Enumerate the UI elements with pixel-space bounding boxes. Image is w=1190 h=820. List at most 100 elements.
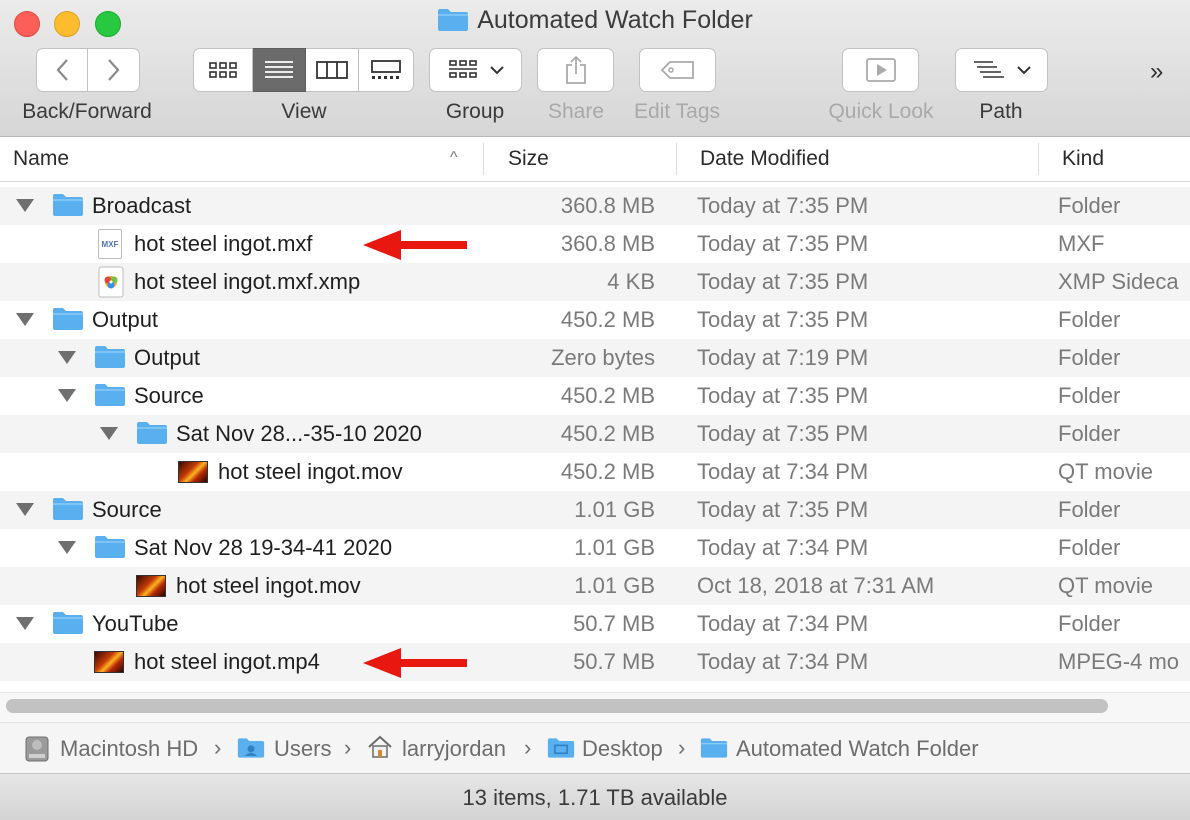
file-date: Today at 7:35 PM — [697, 269, 869, 294]
table-row[interactable]: hot steel ingot.mov 450.2 MB Today at 7:… — [0, 453, 1190, 491]
edit-tags-label: Edit Tags — [634, 100, 720, 123]
disclosure-triangle-icon[interactable] — [100, 427, 118, 440]
file-kind: Folder — [1058, 383, 1121, 408]
file-size: 450.2 MB — [560, 459, 655, 484]
columns-icon — [316, 61, 348, 79]
kind-column-header[interactable]: Kind — [1062, 147, 1104, 171]
quick-look-control — [842, 48, 919, 94]
file-date: Today at 7:34 PM — [697, 459, 869, 484]
table-row[interactable]: hot steel ingot.mp4 50.7 MB Today at 7:3… — [0, 643, 1190, 681]
table-row[interactable]: Output Zero bytes Today at 7:19 PM Folde… — [0, 339, 1190, 377]
finder-window: Automated Watch Folder Back/Forward View… — [0, 0, 1190, 820]
file-kind: MXF — [1058, 231, 1105, 256]
forward-button[interactable] — [88, 48, 140, 92]
red-arrow-icon — [363, 230, 467, 260]
date-column-header[interactable]: Date Modified — [700, 147, 830, 171]
file-size: 1.01 GB — [574, 497, 655, 522]
chevron-right-icon — [107, 59, 119, 81]
table-row[interactable]: MXF hot steel ingot.mxf 360.8 MB Today a… — [0, 225, 1190, 263]
icon-view-button[interactable] — [193, 48, 253, 92]
share-icon — [565, 55, 586, 84]
path-separator: › — [214, 735, 222, 760]
table-row[interactable]: Output 450.2 MB Today at 7:35 PM Folder — [0, 301, 1190, 339]
table-row[interactable]: hot steel ingot.mxf.xmp 4 KB Today at 7:… — [0, 263, 1190, 301]
file-kind: Folder — [1058, 535, 1121, 560]
file-date: Today at 7:34 PM — [697, 535, 869, 560]
table-row[interactable]: Sat Nov 28 19-34-41 2020 1.01 GB Today a… — [0, 529, 1190, 567]
folder-icon — [95, 536, 125, 558]
list-view-button[interactable] — [253, 48, 306, 92]
file-name: hot steel ingot.mxf.xmp — [134, 269, 361, 294]
disclosure-triangle-icon[interactable] — [16, 313, 34, 326]
path-icon — [973, 61, 1004, 78]
back-button[interactable] — [36, 48, 88, 92]
file-kind: XMP Sideca — [1058, 269, 1179, 294]
disclosure-triangle-icon[interactable] — [58, 351, 76, 364]
file-kind: Folder — [1058, 193, 1121, 218]
folder-icon — [53, 612, 83, 634]
column-divider[interactable] — [1038, 143, 1039, 175]
path-button[interactable] — [955, 48, 1048, 92]
disclosure-triangle-icon[interactable] — [58, 541, 76, 554]
disclosure-triangle-icon[interactable] — [16, 503, 34, 516]
desktop-folder-icon — [547, 738, 575, 758]
file-name: Sat Nov 28...-35-10 2020 — [176, 421, 422, 446]
size-column-header[interactable]: Size — [508, 147, 549, 171]
file-date: Today at 7:35 PM — [697, 231, 869, 256]
table-row[interactable]: Sat Nov 28...-35-10 2020 450.2 MB Today … — [0, 415, 1190, 453]
file-size: 450.2 MB — [560, 421, 655, 446]
file-kind: Folder — [1058, 611, 1121, 636]
path-item-desktop[interactable]: Desktop — [582, 736, 663, 762]
table-row[interactable]: Source 1.01 GB Today at 7:35 PM Folder — [0, 491, 1190, 529]
file-kind: Folder — [1058, 497, 1121, 522]
disclosure-triangle-icon[interactable] — [16, 199, 34, 212]
share-button[interactable] — [537, 48, 614, 92]
edit-tags-control — [639, 48, 716, 94]
file-date: Today at 7:35 PM — [697, 497, 869, 522]
name-column-header[interactable]: Name — [13, 147, 69, 171]
movie-thumbnail-icon — [94, 651, 124, 673]
view-control — [193, 48, 414, 94]
file-name: Source — [92, 497, 162, 522]
file-size: 50.7 MB — [573, 611, 655, 636]
path-separator: › — [344, 735, 352, 760]
quick-look-button[interactable] — [842, 48, 919, 92]
disclosure-triangle-icon[interactable] — [58, 389, 76, 402]
table-row[interactable]: hot steel ingot.mov 1.01 GB Oct 18, 2018… — [0, 567, 1190, 605]
folder-icon — [95, 346, 125, 368]
chevron-down-icon — [489, 66, 504, 75]
toolbar-overflow-button[interactable]: » — [1150, 58, 1163, 86]
file-name: Broadcast — [92, 193, 192, 218]
path-item-users[interactable]: Users — [274, 736, 331, 762]
movie-thumbnail-icon — [178, 461, 208, 483]
horizontal-scrollbar[interactable] — [6, 699, 1108, 713]
file-size: 360.8 MB — [560, 193, 655, 218]
path-item-macintosh-hd[interactable]: Macintosh HD — [60, 736, 198, 762]
file-kind: QT movie — [1058, 573, 1153, 598]
file-kind: Folder — [1058, 345, 1121, 370]
path-item-automated-watch-folder[interactable]: Automated Watch Folder — [736, 736, 979, 762]
path-item-home[interactable]: larryjordan — [402, 736, 506, 762]
column-divider[interactable] — [483, 143, 484, 175]
table-row[interactable]: Source 450.2 MB Today at 7:35 PM Folder — [0, 377, 1190, 415]
column-divider[interactable] — [676, 143, 677, 175]
group-button[interactable] — [429, 48, 522, 92]
table-row[interactable]: YouTube 50.7 MB Today at 7:34 PM Folder — [0, 605, 1190, 643]
hard-drive-icon — [25, 736, 49, 762]
toolbar: Automated Watch Folder Back/Forward View… — [0, 0, 1190, 137]
gallery-view-button[interactable] — [359, 48, 414, 92]
edit-tags-button[interactable] — [639, 48, 716, 92]
file-name: Output — [92, 307, 159, 332]
table-row[interactable]: Broadcast 360.8 MB Today at 7:35 PM Fold… — [0, 187, 1190, 225]
file-name: Output — [134, 345, 201, 370]
folder-icon — [53, 498, 83, 520]
disclosure-triangle-icon[interactable] — [16, 617, 34, 630]
file-kind: Folder — [1058, 421, 1121, 446]
icon-grid-icon — [209, 62, 237, 78]
column-view-button[interactable] — [306, 48, 359, 92]
file-size: 1.01 GB — [574, 535, 655, 560]
group-icon — [448, 60, 477, 78]
path-label: Path — [979, 100, 1023, 123]
file-name: YouTube — [92, 611, 179, 636]
path-separator: › — [524, 735, 532, 760]
